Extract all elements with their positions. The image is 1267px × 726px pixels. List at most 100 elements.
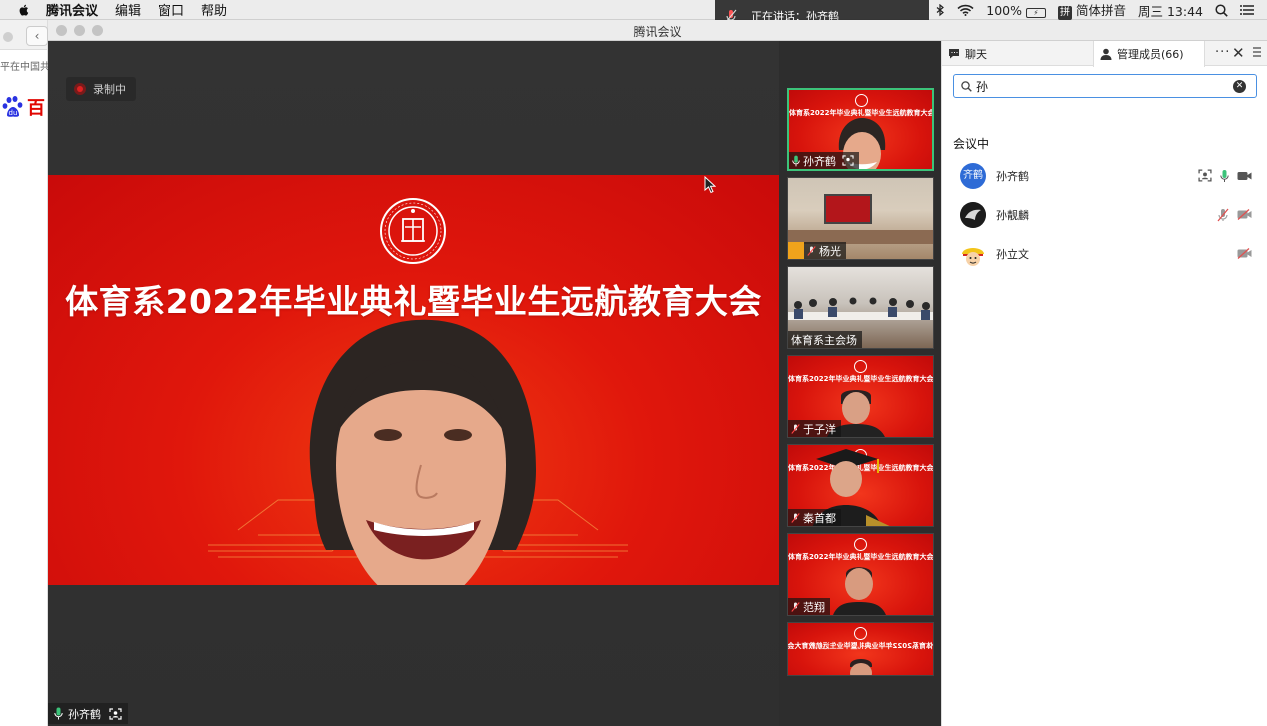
thumb-name-tag: 秦首都: [788, 509, 841, 526]
avatar: [960, 201, 986, 228]
thumb-name: 于子洋: [803, 422, 836, 436]
mini-emblem-icon: [855, 94, 868, 107]
panel-tabs: 聊天 管理成员(66) ··· ✕: [942, 41, 1267, 67]
browser-back-button[interactable]: ‹: [26, 26, 48, 46]
participant-video: [833, 567, 886, 615]
wifi-icon[interactable]: [957, 4, 974, 16]
thumbnail-tile[interactable]: 体育系主会场: [787, 266, 934, 349]
room-screen: [824, 194, 872, 224]
member-row[interactable]: 孙靓麟: [942, 195, 1267, 234]
window-titlebar[interactable]: 腾讯会议: [48, 20, 1267, 41]
thumb-name-tag: 孙齐鹤: [789, 152, 859, 169]
thumb-mini-title: 体育系2022年毕业典礼暨毕业生远航教育大会: [788, 553, 934, 561]
member-name: 孙靓麟: [996, 208, 1029, 222]
main-video-stage[interactable]: 录制中 体育系2022年毕业典礼暨毕业生远航教育大会 孙齐鹤: [48, 41, 779, 726]
thumb-name: 杨光: [819, 244, 841, 258]
avatar: [960, 240, 986, 267]
tab-chat-label: 聊天: [965, 47, 987, 61]
clock[interactable]: 周三 13:44: [1138, 1, 1203, 20]
mic-active-icon: [54, 707, 63, 720]
meeting-window: 腾讯会议 录制中 体育系2022年毕业典礼暨毕业生远航教育大会 孙齐鹤 体育系2…: [48, 20, 1267, 726]
thumb-name-tag: 范翔: [788, 598, 830, 615]
avatar: 齐鹤: [960, 162, 986, 189]
main-speaker-badge: 孙齐鹤: [48, 703, 128, 724]
recording-indicator[interactable]: 录制中: [66, 77, 136, 101]
menu-help[interactable]: 帮助: [201, 0, 227, 19]
apple-icon[interactable]: [16, 3, 32, 17]
member-row[interactable]: 孙立文: [942, 234, 1267, 273]
mic-muted-icon: [791, 601, 800, 612]
thumb-name: 秦首都: [803, 511, 836, 525]
input-method[interactable]: 拼简体拼音: [1057, 0, 1126, 20]
mic-muted-icon: [791, 512, 800, 523]
user-avatar-icon: [788, 242, 804, 259]
mini-emblem-icon: [854, 627, 867, 640]
thumb-mini-title: 体育系2022年毕业典礼暨毕业生远航教育大会: [788, 375, 934, 383]
mic-active-icon[interactable]: [1220, 169, 1229, 183]
camera-off-icon[interactable]: [1237, 209, 1252, 220]
search-icon: [961, 80, 972, 92]
member-name: 孙立文: [996, 247, 1029, 261]
participant-video: [850, 659, 872, 675]
ime-badge: 拼: [1057, 6, 1072, 20]
thumbnail-tile[interactable]: 体育系2022年毕业典礼暨毕业生远航教育大会 于子洋: [787, 355, 934, 438]
screen-share-icon: [842, 155, 854, 166]
menu-edit[interactable]: 编辑: [115, 0, 141, 19]
tab-chat[interactable]: 聊天: [948, 41, 1093, 66]
clear-search-icon[interactable]: ✕: [1233, 79, 1246, 93]
thumb-mini-title: 体育系2022年毕业典礼暨毕业生远航教育大会: [787, 642, 933, 650]
main-video[interactable]: 体育系2022年毕业典礼暨毕业生远航教育大会: [48, 175, 779, 585]
battery-status[interactable]: 100% ⚡: [986, 3, 1046, 18]
members-icon: [1100, 48, 1112, 60]
screen-share-icon: [109, 707, 122, 720]
record-icon: [74, 83, 86, 95]
mini-emblem-icon: [854, 360, 867, 373]
ime-label: 简体拼音: [1075, 3, 1126, 18]
spotlight-search-icon[interactable]: [1215, 3, 1228, 17]
member-status-icons: [1190, 169, 1252, 183]
thumbnail-tile[interactable]: 体育系2022年毕业典礼暨毕业生远航教育大会 范翔: [787, 533, 934, 616]
camera-off-icon[interactable]: [1237, 248, 1252, 259]
mic-muted-icon[interactable]: [1217, 208, 1229, 222]
in-meeting-section-title: 会议中: [953, 137, 990, 151]
member-search-input[interactable]: [976, 79, 1233, 93]
menu-window[interactable]: 窗口: [158, 0, 184, 19]
paw-icon: du: [2, 96, 23, 117]
screen-share-icon[interactable]: [1198, 169, 1212, 182]
avatar-image: [960, 240, 986, 267]
battery-text: 100%: [986, 2, 1022, 18]
recording-label: 录制中: [93, 83, 126, 96]
browser-page-snippet: 平在中国共: [0, 62, 48, 73]
speaker-face: [309, 319, 536, 585]
member-search-box[interactable]: ✕: [953, 74, 1257, 98]
menu-app[interactable]: 腾讯会议: [46, 0, 98, 19]
member-row[interactable]: 齐鹤 孙齐鹤: [942, 156, 1267, 195]
more-options-icon[interactable]: ···: [1215, 45, 1230, 60]
thumbnail-tile[interactable]: 杨光: [787, 177, 934, 260]
panel-menu-icon[interactable]: [1252, 46, 1262, 58]
thumb-name: 体育系主会场: [791, 333, 857, 347]
avatar-text: 齐鹤: [960, 162, 986, 189]
thumbnail-tile[interactable]: 体育系2022年毕业典礼暨毕业生远航教育大会 秦首都: [787, 444, 934, 527]
mini-emblem-icon: [854, 538, 867, 551]
main-speaker-name: 孙齐鹤: [68, 707, 101, 721]
camera-on-icon[interactable]: [1237, 171, 1252, 181]
baidu-logo[interactable]: du 百: [2, 92, 48, 122]
tab-members[interactable]: 管理成员(66): [1093, 41, 1205, 67]
baidu-logo-text: 百: [27, 98, 45, 119]
svg-text:du: du: [9, 109, 18, 117]
control-center-icon[interactable]: [1240, 4, 1255, 16]
member-name: 孙齐鹤: [996, 169, 1029, 183]
battery-icon: ⚡: [1025, 7, 1046, 18]
mic-active-icon: [792, 155, 800, 166]
member-status-icons: [1209, 208, 1252, 222]
thumbnail-tile[interactable]: 体育系2022年毕业典礼暨毕业生远航教育大会 孙齐鹤: [787, 88, 934, 171]
avatar-image: [960, 201, 986, 228]
thumb-name: 孙齐鹤: [803, 154, 836, 168]
browser-window-dot[interactable]: [3, 32, 13, 42]
close-icon[interactable]: ✕: [1232, 44, 1245, 62]
mic-muted-icon: [791, 423, 800, 434]
bluetooth-icon[interactable]: [936, 3, 945, 17]
participant-thumbnails[interactable]: 体育系2022年毕业典礼暨毕业生远航教育大会 孙齐鹤 杨光 体育系主会场 体育系…: [779, 41, 941, 726]
thumbnail-tile[interactable]: 体育系2022年毕业典礼暨毕业生远航教育大会: [787, 622, 934, 676]
